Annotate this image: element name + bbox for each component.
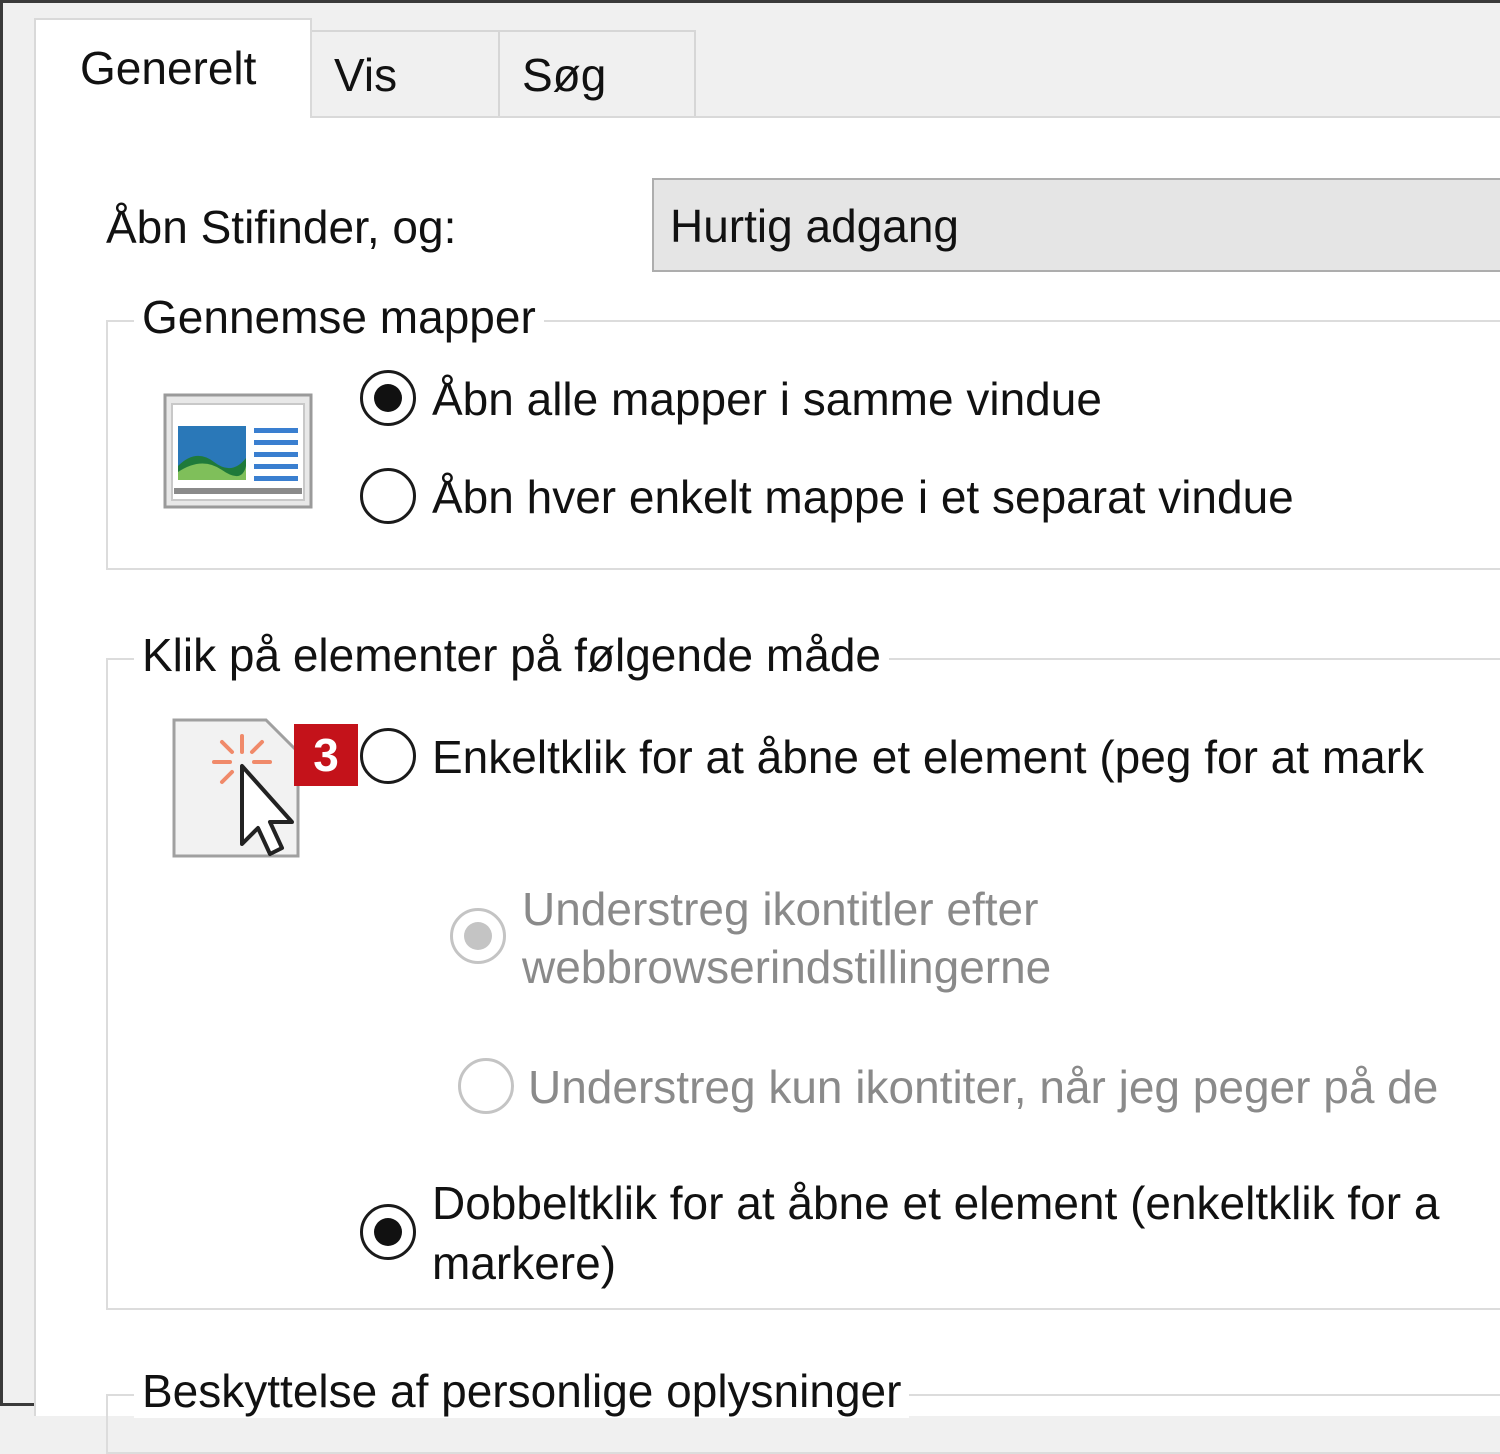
radio-separate-window[interactable] [360,468,416,524]
radio-single-click-label: Enkeltklik for at åbne et element (peg f… [432,731,1425,783]
click-items-title: Klik på elementer på følgende måde [134,628,889,682]
browse-folders-title: Gennemse mapper [134,290,544,344]
browse-folders-group: Gennemse mapper [106,290,1500,570]
radio-underline-hover[interactable] [458,1058,514,1114]
step-badge: 3 [294,724,358,786]
click-cursor-icon [170,716,310,862]
radio-underline-browser-line1: Understreg ikontitler efter [522,883,1039,935]
radio-single-click[interactable] [360,728,416,784]
panel-content: Åbn Stifinder, og: Hurtig adgang Gennems… [0,0,1500,1454]
radio-double-click-line2: markere) [432,1237,617,1289]
radio-same-window-label: Åbn alle mapper i samme vindue [432,373,1102,425]
privacy-group: Beskyttelse af personlige oplysninger [106,1364,1500,1454]
radio-separate-window-label: Åbn hver enkelt mappe i et separat vindu… [432,471,1294,523]
radio-double-click[interactable] [360,1204,416,1260]
radio-double-click-line1: Dobbeltklik for at åbne et element (enke… [432,1177,1440,1229]
radio-underline-browser-line2: webbrowserindstillingerne [522,941,1052,993]
radio-underline-hover-label: Understreg kun ikontiter, når jeg peger … [528,1061,1439,1113]
radio-same-window[interactable] [360,370,416,426]
open-explorer-label: Åbn Stifinder, og: [106,201,457,253]
radio-underline-browser[interactable] [450,908,506,964]
folder-window-icon [162,392,314,510]
privacy-title: Beskyttelse af personlige oplysninger [134,1364,910,1418]
open-explorer-dropdown[interactable]: Hurtig adgang [652,178,1500,272]
